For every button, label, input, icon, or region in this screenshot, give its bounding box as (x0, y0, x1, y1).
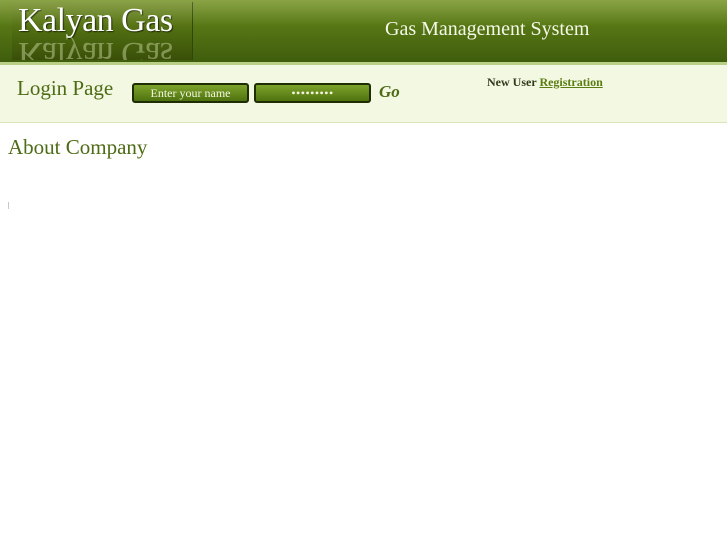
login-title: Login Page (17, 76, 114, 100)
password-input[interactable] (254, 83, 371, 103)
content-divider (8, 202, 9, 209)
logo-reflection: Kalyan Gas (18, 35, 173, 60)
login-bar: Login Page Go New User Registration (0, 65, 727, 123)
registration-link[interactable]: Registration (539, 75, 602, 89)
username-input[interactable] (132, 83, 249, 103)
logo[interactable]: Kalyan Gas Kalyan Gas (12, 2, 193, 60)
about-company-heading: About Company (8, 135, 148, 159)
new-user-label: New User (487, 75, 537, 89)
new-user-prompt: New User Registration (487, 75, 603, 90)
go-button[interactable]: Go (379, 82, 400, 102)
system-title: Gas Management System (385, 18, 590, 40)
header-banner: Kalyan Gas Kalyan Gas Gas Management Sys… (0, 0, 727, 65)
page: Kalyan Gas Kalyan Gas Gas Management Sys… (0, 0, 727, 545)
